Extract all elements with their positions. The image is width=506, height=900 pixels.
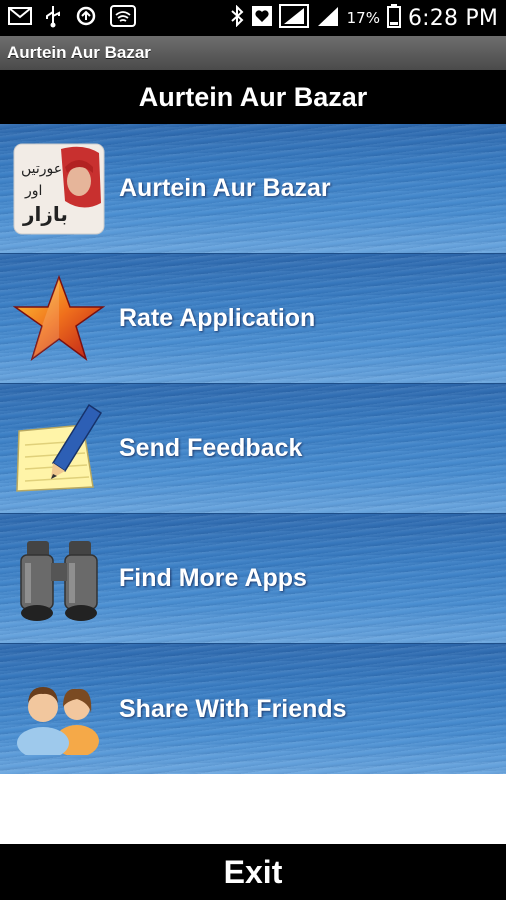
menu-item-label: Find More Apps [119,564,307,592]
menu-item-share-with-friends[interactable]: Share With Friends [0,644,506,774]
menu-item-rate-application[interactable]: Rate Application [0,254,506,384]
notepad-pencil-icon [12,402,106,496]
status-bar: 17% 6:28 PM [0,0,506,36]
menu-item-label: Aurtein Aur Bazar [119,174,331,202]
menu-item-aurtein-aur-bazar[interactable]: عورتیں اور بازار Aurtein Aur Bazar [0,124,506,254]
usb-icon [44,4,62,32]
menu-item-label: Rate Application [119,304,316,332]
binoculars-icon [12,532,106,626]
menu-item-find-more-apps[interactable]: Find More Apps [0,514,506,644]
exit-label: Exit [223,853,283,890]
menu-item-send-feedback[interactable]: Send Feedback [0,384,506,514]
clock: 6:28 PM [407,5,498,31]
app-title-bar: Aurtein Aur Bazar [0,36,506,70]
sync-icon [74,5,98,31]
status-system: 17% 6:28 PM [229,3,498,33]
exit-button[interactable]: Exit [0,844,506,900]
signal-icon [316,5,340,32]
status-notifications [8,4,136,32]
urdu-line-2: اور [24,183,42,199]
menu-list: عورتیں اور بازار Aurtein Aur Bazar Rate … [0,124,506,774]
wifi-icon [110,5,136,31]
signal-icon [278,3,309,33]
star-icon [12,272,106,366]
menu-item-label: Share With Friends [119,694,347,723]
app-title: Aurtein Aur Bazar [7,43,151,62]
people-icon [12,662,106,756]
bluetooth-icon [229,4,245,32]
menu-item-label: Send Feedback [119,434,303,462]
battery-icon [386,3,401,33]
mail-icon [8,7,32,29]
page-title: Aurtein Aur Bazar [138,81,368,112]
heart-icon [251,5,272,31]
book-cover-icon: عورتیں اور بازار [12,142,106,236]
page-header: Aurtein Aur Bazar [0,70,506,124]
battery-percent: 17% [346,9,380,27]
urdu-line-3: بازار [22,202,68,226]
urdu-line-1: عورتیں [21,161,62,177]
